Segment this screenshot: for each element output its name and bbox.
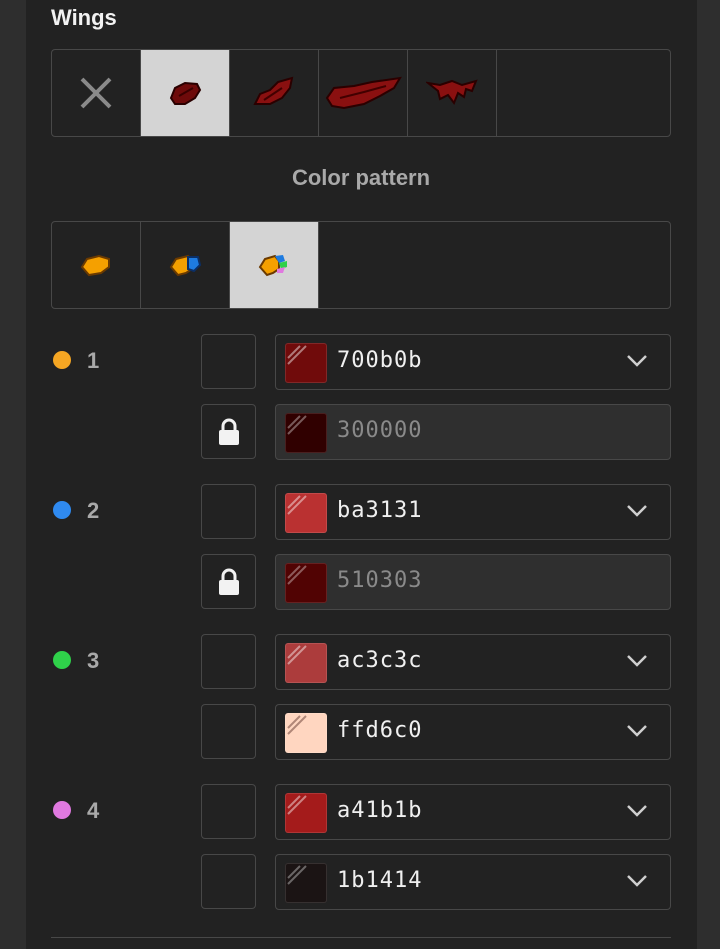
pattern-option-3[interactable]	[230, 222, 319, 308]
color-hex: 1b1414	[337, 868, 423, 893]
color-hex: ac3c3c	[337, 648, 423, 673]
color-swatch	[285, 863, 327, 903]
chevron-down-icon	[627, 655, 647, 667]
color-select[interactable]: 700b0b	[275, 334, 671, 390]
wing-option-medium[interactable]	[230, 50, 319, 136]
color-hex: ba3131	[337, 498, 423, 523]
lock-toggle[interactable]	[201, 334, 256, 389]
lock-icon	[218, 568, 239, 595]
lock-toggle[interactable]	[201, 634, 256, 689]
wing-options	[51, 49, 671, 137]
pattern-1-icon	[80, 254, 110, 277]
channel-number: 2	[87, 498, 100, 523]
lock-icon	[218, 418, 239, 445]
color-select-locked: 510303	[275, 554, 671, 610]
pattern-3-icon	[258, 254, 287, 277]
wing-bat-icon	[426, 79, 478, 106]
channel-number: 4	[87, 798, 100, 823]
wing-medium-icon	[253, 76, 294, 105]
color-select[interactable]: 1b1414	[275, 854, 671, 910]
color-swatch	[285, 493, 327, 533]
pattern-options	[51, 221, 671, 309]
pattern-option-2[interactable]	[141, 222, 230, 308]
color-pattern-title: Color pattern	[291, 165, 431, 190]
lock-toggle[interactable]	[201, 404, 256, 459]
lock-toggle[interactable]	[201, 704, 256, 759]
divider	[51, 937, 671, 938]
color-select-locked: 300000	[275, 404, 671, 460]
color-hex: ffd6c0	[337, 718, 423, 743]
chevron-down-icon	[627, 875, 647, 887]
color-hex: 510303	[337, 568, 423, 593]
pattern-2-icon	[169, 254, 202, 277]
color-swatch	[285, 643, 327, 683]
color-swatch	[285, 563, 327, 603]
color-hex: a41b1b	[337, 798, 423, 823]
lock-toggle[interactable]	[201, 784, 256, 839]
wing-option-bat[interactable]	[408, 50, 497, 136]
wing-option-small[interactable]	[141, 50, 230, 136]
color-select[interactable]: ffd6c0	[275, 704, 671, 760]
chevron-down-icon	[627, 805, 647, 817]
color-select[interactable]: a41b1b	[275, 784, 671, 840]
section-title: Wings	[51, 5, 117, 30]
channel-number: 1	[87, 348, 100, 373]
color-swatch	[285, 713, 327, 753]
chevron-down-icon	[627, 355, 647, 367]
channel-dot	[53, 651, 71, 669]
lock-toggle[interactable]	[201, 484, 256, 539]
color-swatch	[285, 793, 327, 833]
color-swatch	[285, 413, 327, 453]
chevron-down-icon	[627, 725, 647, 737]
channel-dot	[53, 801, 71, 819]
chevron-down-icon	[627, 505, 647, 517]
color-swatch	[285, 343, 327, 383]
lock-toggle[interactable]	[201, 854, 256, 909]
channel-dot	[53, 501, 71, 519]
pattern-option-empty	[319, 222, 670, 308]
channel-dot	[53, 351, 71, 369]
color-hex: 300000	[337, 418, 423, 443]
close-icon	[80, 77, 112, 109]
lock-toggle[interactable]	[201, 554, 256, 609]
color-select[interactable]: ba3131	[275, 484, 671, 540]
channel-number: 3	[87, 648, 100, 673]
pattern-option-1[interactable]	[52, 222, 141, 308]
wing-long-icon	[325, 76, 402, 110]
color-hex: 700b0b	[337, 348, 423, 373]
wing-option-none[interactable]	[52, 50, 141, 136]
wing-small-icon	[169, 81, 202, 105]
wing-option-empty	[497, 50, 670, 136]
color-select[interactable]: ac3c3c	[275, 634, 671, 690]
wing-option-long[interactable]	[319, 50, 408, 136]
